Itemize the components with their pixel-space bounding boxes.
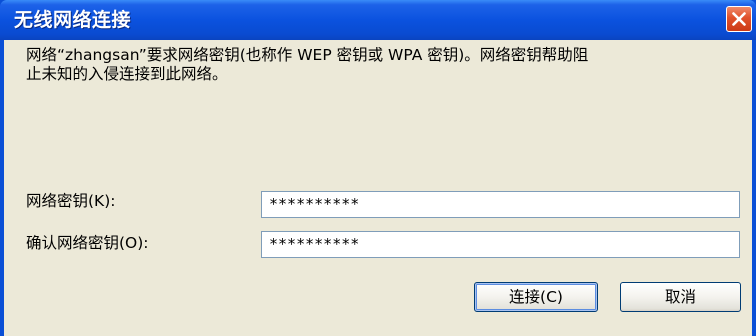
confirm-key-field[interactable]: ********** <box>261 231 740 258</box>
confirm-key-label: 确认网络密钥(O): <box>26 234 149 252</box>
network-key-label: 网络密钥(K): <box>26 192 116 210</box>
message-line-1: 网络“zhangsan”要求网络密钥(也称作 WEP 密钥或 WPA 密钥)。网… <box>26 46 589 64</box>
message-line-2: 止未知的入侵连接到此网络。 <box>26 65 228 83</box>
dialog-window: 无线网络连接 网络“zhangsan”要求网络密钥(也称作 WEP 密钥或 WP… <box>0 0 756 336</box>
message-text: 网络“zhangsan”要求网络密钥(也称作 WEP 密钥或 WPA 密钥)。网… <box>26 46 746 84</box>
network-key-field[interactable]: ********** <box>261 191 740 218</box>
title-bar[interactable]: 无线网络连接 <box>0 0 756 40</box>
dialog-title: 无线网络连接 <box>14 9 132 31</box>
close-button[interactable] <box>726 6 752 32</box>
close-icon <box>732 12 746 26</box>
cancel-button[interactable]: 取消 <box>620 282 741 312</box>
connect-button[interactable]: 连接(C) <box>474 282 598 312</box>
